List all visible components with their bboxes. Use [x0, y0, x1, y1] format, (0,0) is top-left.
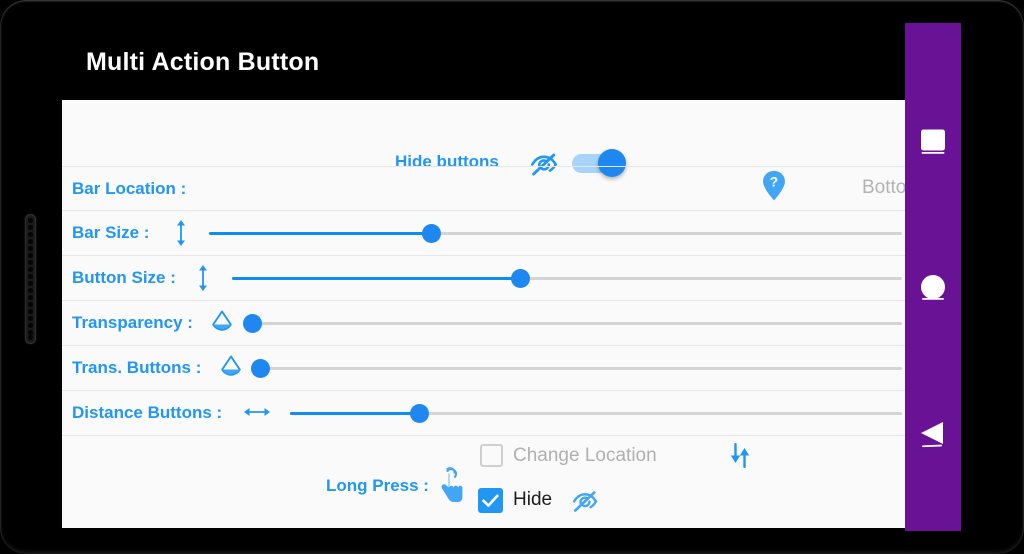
slider-fill [290, 412, 419, 415]
transparency-row: Transparency : [62, 301, 905, 345]
svg-text:?: ? [770, 175, 778, 190]
trans-buttons-slider[interactable] [251, 356, 902, 380]
water-drop-icon [221, 355, 241, 376]
slider-thumb[interactable] [421, 224, 441, 243]
speaker-grille [25, 214, 36, 344]
transparency-label: Transparency : [72, 313, 193, 332]
distance-buttons-row: Distance Buttons : [62, 391, 905, 435]
circle-icon [921, 275, 945, 300]
home-button[interactable] [918, 273, 948, 303]
slider-track [252, 322, 902, 325]
bar-size-slider[interactable] [209, 221, 902, 245]
touch-gesture-icon [441, 467, 463, 503]
distance-buttons-slider[interactable] [290, 401, 902, 425]
arrows-vertical-icon [199, 265, 207, 291]
trans-buttons-row: Trans. Buttons : [62, 346, 905, 390]
slider-thumb[interactable] [511, 269, 531, 288]
button-size-slider[interactable] [232, 266, 902, 290]
transparency-slider[interactable] [243, 311, 902, 335]
water-drop-icon [212, 310, 232, 331]
device-frame: Multi Action Button Hide buttons Bar Loc… [0, 0, 1024, 554]
map-pin-question-icon: ? [763, 170, 785, 201]
back-button[interactable] [918, 419, 948, 449]
hide-label: Hide [513, 489, 553, 510]
bar-location-value: Bottom [862, 177, 905, 198]
bar-location-label: Bar Location : [72, 179, 187, 198]
change-location-label: Change Location [513, 445, 657, 466]
slider-thumb[interactable] [251, 359, 270, 378]
slider-thumb[interactable] [409, 404, 429, 423]
trans-buttons-label: Trans. Buttons : [72, 358, 202, 377]
button-size-row: Button Size : [62, 256, 905, 300]
app-title: Multi Action Button [86, 48, 320, 76]
square-icon [921, 129, 945, 154]
eye-off-icon [572, 491, 598, 512]
arrows-vertical-icon [177, 220, 185, 246]
row-divider [62, 435, 905, 436]
arrow-down-up-icon [730, 443, 750, 468]
slider-track [260, 367, 902, 370]
recent-apps-button[interactable] [918, 127, 948, 157]
hide-buttons-row: Hide buttons [62, 122, 905, 177]
hide-checkbox[interactable] [478, 488, 503, 513]
check-icon [482, 494, 499, 507]
triangle-left-icon [921, 422, 943, 448]
arrows-horizontal-icon [244, 408, 270, 416]
bar-size-label: Bar Size : [72, 223, 150, 242]
button-size-label: Button Size : [72, 268, 176, 287]
app-screen: Hide buttons Bar Location : ? Botto Bar … [62, 100, 905, 528]
long-press-label: Long Press : [326, 476, 429, 495]
bar-size-row: Bar Size : [62, 211, 905, 255]
slider-fill [232, 277, 521, 280]
distance-buttons-label: Distance Buttons : [72, 403, 223, 422]
slider-thumb[interactable] [243, 314, 262, 333]
change-location-checkbox[interactable] [480, 444, 503, 467]
slider-fill [209, 232, 431, 235]
navigation-bar [905, 23, 961, 531]
